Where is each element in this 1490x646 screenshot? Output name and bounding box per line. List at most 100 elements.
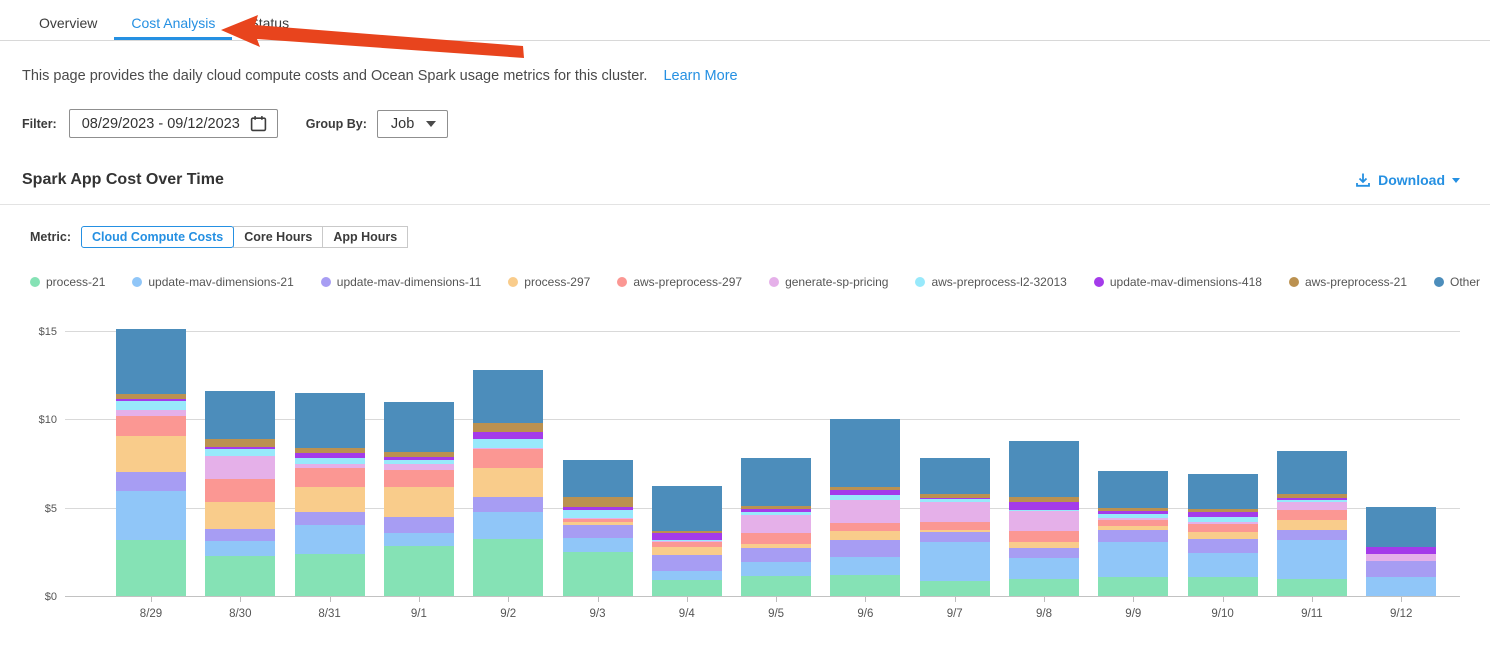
bar-segment-Other[interactable]	[1277, 451, 1347, 494]
bar-segment-update-mav-dimensions-21[interactable]	[563, 538, 633, 552]
legend-item-update-mav-dimensions-418[interactable]: update-mav-dimensions-418	[1094, 275, 1262, 289]
legend-item-process-21[interactable]: process-21	[30, 275, 105, 289]
bar-8/30[interactable]	[205, 391, 275, 596]
tab-overview[interactable]: Overview	[22, 5, 114, 40]
bar-segment-update-mav-dimensions-418[interactable]	[473, 432, 543, 439]
bar-9/2[interactable]	[473, 370, 543, 596]
bar-segment-aws-preprocess-297[interactable]	[1277, 510, 1347, 520]
learn-more-link[interactable]: Learn More	[663, 68, 737, 84]
bar-9/6[interactable]	[830, 419, 900, 596]
legend-item-aws-preprocess-21[interactable]: aws-preprocess-21	[1289, 275, 1407, 289]
bar-segment-process-21[interactable]	[116, 540, 186, 596]
tab-cost-analysis[interactable]: Cost Analysis	[114, 5, 232, 40]
bar-segment-Other[interactable]	[1098, 471, 1168, 508]
bar-9/12[interactable]	[1366, 507, 1436, 596]
download-button[interactable]: Download	[1355, 172, 1460, 188]
bar-segment-process-21[interactable]	[295, 554, 365, 596]
bar-segment-update-mav-dimensions-11[interactable]	[741, 548, 811, 561]
bar-segment-process-297[interactable]	[652, 547, 722, 555]
bar-segment-generate-sp-pricing[interactable]	[830, 500, 900, 523]
bar-segment-update-mav-dimensions-21[interactable]	[116, 491, 186, 540]
bar-segment-update-mav-dimensions-21[interactable]	[1098, 542, 1168, 576]
metric-button-core-hours[interactable]: Core Hours	[233, 226, 323, 248]
bar-9/10[interactable]	[1188, 474, 1258, 596]
bar-segment-Other[interactable]	[205, 391, 275, 439]
bar-segment-process-21[interactable]	[741, 576, 811, 596]
bar-segment-update-mav-dimensions-11[interactable]	[384, 517, 454, 533]
bar-segment-Other[interactable]	[741, 458, 811, 506]
bar-segment-process-297[interactable]	[205, 502, 275, 529]
bar-segment-process-21[interactable]	[473, 539, 543, 596]
bar-segment-update-mav-dimensions-21[interactable]	[1366, 577, 1436, 596]
bar-segment-update-mav-dimensions-11[interactable]	[830, 540, 900, 557]
bar-segment-update-mav-dimensions-11[interactable]	[563, 525, 633, 537]
bar-segment-aws-preprocess-297[interactable]	[741, 533, 811, 544]
bar-segment-aws-preprocess-297[interactable]	[116, 416, 186, 436]
bar-segment-update-mav-dimensions-11[interactable]	[1366, 561, 1436, 577]
bar-segment-process-297[interactable]	[295, 487, 365, 512]
tab-status[interactable]: Status	[232, 5, 306, 40]
legend-item-generate-sp-pricing[interactable]: generate-sp-pricing	[769, 275, 888, 289]
bar-segment-update-mav-dimensions-21[interactable]	[1188, 553, 1258, 577]
legend-item-process-297[interactable]: process-297	[508, 275, 590, 289]
bar-segment-Other[interactable]	[1188, 474, 1258, 508]
bar-segment-update-mav-dimensions-21[interactable]	[920, 542, 990, 581]
bar-segment-process-21[interactable]	[920, 581, 990, 596]
legend-item-update-mav-dimensions-11[interactable]: update-mav-dimensions-11	[321, 275, 482, 289]
bar-segment-aws-preprocess-l2-32013[interactable]	[116, 401, 186, 410]
bar-segment-aws-preprocess-l2-32013[interactable]	[563, 510, 633, 518]
bar-segment-aws-preprocess-21[interactable]	[473, 423, 543, 432]
bar-segment-aws-preprocess-297[interactable]	[830, 523, 900, 531]
bar-segment-update-mav-dimensions-11[interactable]	[116, 472, 186, 491]
bar-segment-aws-preprocess-l2-32013[interactable]	[473, 439, 543, 448]
bar-segment-Other[interactable]	[920, 458, 990, 494]
bar-segment-update-mav-dimensions-11[interactable]	[205, 529, 275, 541]
bar-segment-process-297[interactable]	[116, 436, 186, 472]
bar-segment-process-21[interactable]	[563, 552, 633, 596]
bar-9/7[interactable]	[920, 458, 990, 596]
bar-segment-aws-preprocess-297[interactable]	[384, 470, 454, 487]
bar-9/8[interactable]	[1009, 441, 1079, 596]
bar-segment-Other[interactable]	[1009, 441, 1079, 498]
bar-segment-process-21[interactable]	[830, 575, 900, 596]
date-range-picker[interactable]: 08/29/2023 - 09/12/2023	[69, 109, 278, 138]
bar-segment-process-21[interactable]	[205, 556, 275, 596]
bar-segment-update-mav-dimensions-11[interactable]	[473, 497, 543, 512]
bar-segment-generate-sp-pricing[interactable]	[741, 515, 811, 534]
group-by-select[interactable]: Job	[377, 110, 448, 138]
bar-9/4[interactable]	[652, 486, 722, 596]
bar-segment-Other[interactable]	[652, 486, 722, 531]
bar-segment-process-297[interactable]	[473, 468, 543, 497]
bar-segment-aws-preprocess-297[interactable]	[295, 468, 365, 487]
bar-segment-process-21[interactable]	[1277, 579, 1347, 596]
bar-segment-update-mav-dimensions-11[interactable]	[295, 512, 365, 525]
bar-segment-update-mav-dimensions-418[interactable]	[652, 533, 722, 540]
bar-segment-Other[interactable]	[830, 419, 900, 486]
bar-segment-generate-sp-pricing[interactable]	[1366, 554, 1436, 561]
bar-segment-process-21[interactable]	[1098, 577, 1168, 596]
legend-item-aws-preprocess-297[interactable]: aws-preprocess-297	[617, 275, 742, 289]
bar-segment-generate-sp-pricing[interactable]	[1277, 502, 1347, 510]
bar-segment-generate-sp-pricing[interactable]	[205, 456, 275, 479]
bar-9/11[interactable]	[1277, 451, 1347, 596]
bar-segment-aws-preprocess-297[interactable]	[920, 522, 990, 530]
bar-segment-aws-preprocess-297[interactable]	[205, 479, 275, 503]
bar-segment-process-297[interactable]	[384, 487, 454, 518]
bar-9/3[interactable]	[563, 460, 633, 596]
bar-segment-update-mav-dimensions-11[interactable]	[652, 555, 722, 571]
legend-item-aws-preprocess-l2-32013[interactable]: aws-preprocess-l2-32013	[915, 275, 1066, 289]
bar-segment-Other[interactable]	[1366, 507, 1436, 548]
bar-segment-Other[interactable]	[384, 402, 454, 452]
bar-segment-aws-preprocess-297[interactable]	[1188, 524, 1258, 533]
bar-segment-update-mav-dimensions-21[interactable]	[1277, 540, 1347, 579]
bar-segment-update-mav-dimensions-21[interactable]	[205, 541, 275, 556]
bar-segment-update-mav-dimensions-11[interactable]	[1188, 539, 1258, 552]
bar-segment-process-297[interactable]	[1277, 520, 1347, 530]
bar-8/29[interactable]	[116, 329, 186, 596]
bar-segment-aws-preprocess-21[interactable]	[563, 497, 633, 507]
bar-segment-update-mav-dimensions-418[interactable]	[1009, 502, 1079, 511]
bar-9/5[interactable]	[741, 458, 811, 596]
bar-segment-process-21[interactable]	[1009, 579, 1079, 596]
metric-button-cloud-compute-costs[interactable]: Cloud Compute Costs	[81, 226, 234, 248]
bar-segment-update-mav-dimensions-11[interactable]	[1009, 548, 1079, 558]
